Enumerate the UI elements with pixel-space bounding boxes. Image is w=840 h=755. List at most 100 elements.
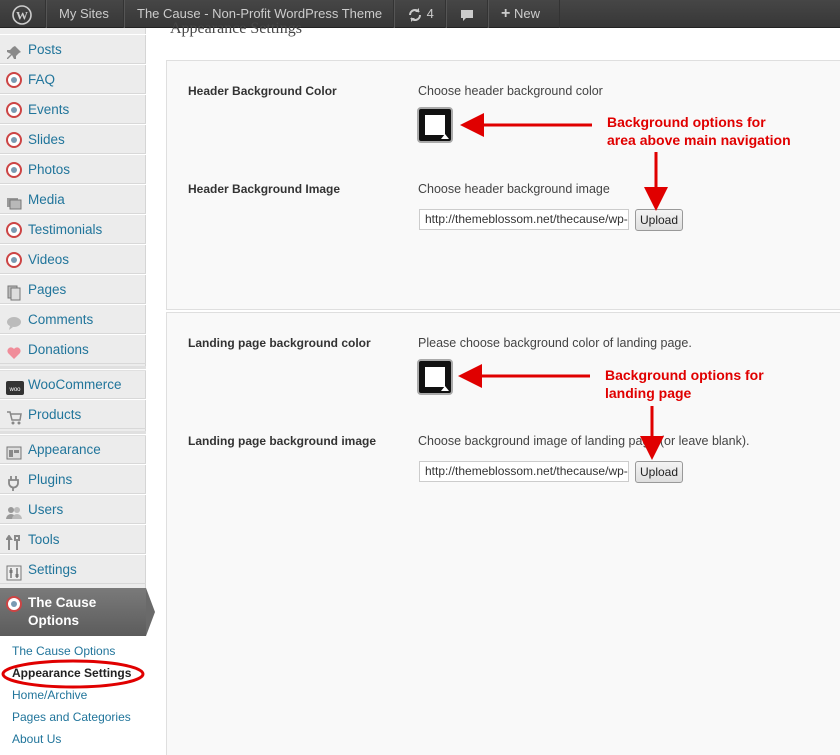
sidebar-item-events[interactable]: Events xyxy=(0,94,146,124)
sidebar-item-label: Donations xyxy=(28,342,89,357)
comment-icon xyxy=(6,312,22,330)
sidebar-item-label: Plugins xyxy=(28,472,73,487)
sidebar-item-videos[interactable]: Videos xyxy=(0,244,146,274)
sidebar-item-donations[interactable]: Donations xyxy=(0,334,146,364)
header-bg-color-picker[interactable] xyxy=(417,107,453,143)
header-annotation-line2: area above main navigation xyxy=(607,132,791,148)
site-name-label: The Cause - Non-Profit WordPress Theme xyxy=(137,6,383,21)
active-menu-label-line2: Options xyxy=(28,613,79,628)
sidebar-item-faq[interactable]: FAQ xyxy=(0,64,146,94)
sidebar-item-label: Comments xyxy=(28,312,94,327)
header-upload-button[interactable]: Upload xyxy=(635,209,683,231)
cause-icon xyxy=(6,72,22,88)
landing-upload-button[interactable]: Upload xyxy=(635,461,683,483)
cart-icon xyxy=(6,407,22,425)
new-label: New xyxy=(513,6,540,21)
submenu-item-pages-and-categories[interactable]: Pages and Categories xyxy=(12,710,131,724)
admin-sidebar: Posts FAQ Events Slides Photos Media Testimoni… xyxy=(0,28,155,755)
cause-icon xyxy=(6,162,22,178)
color-swatch-inner xyxy=(425,115,445,135)
sidebar-item-label: Users xyxy=(28,502,64,517)
sidebar-item-photos[interactable]: Photos xyxy=(0,154,146,184)
sidebar-item-slides[interactable]: Slides xyxy=(0,124,146,154)
header-annotation-line1: Background options for xyxy=(607,114,766,130)
sidebar-item-testimonials[interactable]: Testimonials xyxy=(0,214,146,244)
header-bg-image-desc: Choose header background image xyxy=(418,182,610,196)
sidebar-item-the-cause-options[interactable]: The Cause Options xyxy=(0,588,155,636)
sidebar-item-plugins[interactable]: Plugins xyxy=(0,464,146,494)
sidebar-item-label: Slides xyxy=(28,132,65,147)
my-sites-label: My Sites xyxy=(59,6,109,21)
sidebar-item-posts[interactable]: Posts xyxy=(0,34,146,64)
sidebar-item-media[interactable]: Media xyxy=(0,184,146,214)
sidebar-item-appearance[interactable]: Appearance xyxy=(0,434,146,464)
cause-icon xyxy=(6,252,22,268)
svg-text:woo: woo xyxy=(8,387,21,393)
updates-icon xyxy=(409,7,421,22)
pages-icon xyxy=(6,282,22,301)
landing-annotation-line2: landing page xyxy=(605,385,692,401)
sidebar-item-label: Photos xyxy=(28,162,71,177)
tools-icon xyxy=(5,532,22,550)
header-settings-panel: Header Background Color Choose header ba… xyxy=(166,60,840,310)
active-menu-label-line1: The Cause xyxy=(28,595,97,610)
cause-icon xyxy=(6,222,22,238)
landing-bg-image-label: Landing page background image xyxy=(188,434,377,448)
new-content-link[interactable]: + New xyxy=(488,0,560,28)
sidebar-item-comments[interactable]: Comments xyxy=(0,304,146,334)
appearance-icon xyxy=(6,442,22,460)
picker-caret-icon xyxy=(441,134,449,139)
sidebar-item-label: Testimonials xyxy=(28,222,103,237)
header-bg-image-input[interactable]: http://themeblossom.net/thecause/wp-cont… xyxy=(419,209,629,230)
landing-bg-color-picker[interactable] xyxy=(417,359,453,395)
sidebar-item-users[interactable]: Users xyxy=(0,494,146,524)
sidebar-item-settings[interactable]: Settings xyxy=(0,554,146,584)
active-arrow-icon xyxy=(146,588,155,636)
sidebar-item-products[interactable]: Products xyxy=(0,399,146,429)
pushpin-icon xyxy=(6,42,22,59)
page-title: Appearance Settings xyxy=(170,20,302,37)
sidebar-item-label: Media xyxy=(28,192,65,207)
woo-icon: woo xyxy=(6,377,24,395)
settings-icon xyxy=(6,562,22,581)
heart-icon xyxy=(6,342,22,359)
landing-bg-image-input[interactable]: http://themeblossom.net/thecause/wp-cont… xyxy=(419,461,629,482)
landing-bg-color-label: Landing page background color xyxy=(188,336,371,350)
admin-bar: W My Sites The Cause - Non-Profit WordPr… xyxy=(0,0,840,28)
sidebar-item-label: Products xyxy=(28,407,82,422)
header-bg-image-label: Header Background Image xyxy=(188,182,341,196)
sidebar-item-label: Events xyxy=(28,102,70,117)
sidebar-item-label: Videos xyxy=(28,252,70,267)
comments-link[interactable] xyxy=(446,0,488,28)
submenu-item-home-archive[interactable]: Home/Archive xyxy=(12,688,87,702)
sidebar-item-tools[interactable]: Tools xyxy=(0,524,146,554)
sidebar-item-woocommerce[interactable]: woo WooCommerce xyxy=(0,369,146,399)
header-bg-color-label: Header Background Color xyxy=(188,84,337,98)
sidebar-item-label: FAQ xyxy=(28,72,56,87)
submenu-item-the-cause-options[interactable]: The Cause Options xyxy=(12,644,115,658)
sidebar-item-pages[interactable]: Pages xyxy=(0,274,146,304)
sidebar-item-label: Tools xyxy=(28,532,60,547)
submenu-item-about-us[interactable]: About Us xyxy=(12,732,61,746)
sidebar-item-label: Pages xyxy=(28,282,67,297)
cause-options-submenu: The Cause Options Appearance Settings Home… xyxy=(0,636,146,755)
wordpress-logo-icon[interactable]: W xyxy=(0,0,46,28)
picker-caret-icon xyxy=(441,386,449,391)
cause-icon xyxy=(6,102,22,118)
users-icon xyxy=(6,502,22,519)
updates-count: 4 xyxy=(426,6,434,21)
cause-icon xyxy=(6,596,22,612)
sidebar-item-label: Appearance xyxy=(28,442,101,457)
submenu-item-appearance-settings[interactable]: Appearance Settings xyxy=(12,666,131,680)
plus-icon: + xyxy=(501,5,511,22)
sidebar-item-label: Posts xyxy=(28,42,62,57)
updates-link[interactable]: 4 xyxy=(394,0,446,28)
landing-annotation-line1: Background options for xyxy=(605,367,764,383)
landing-bg-color-desc: Please choose background color of landin… xyxy=(418,336,692,350)
media-icon xyxy=(6,192,22,210)
sidebar-item-label: WooCommerce xyxy=(28,377,122,392)
svg-text:W: W xyxy=(16,8,28,22)
header-bg-color-desc: Choose header background color xyxy=(418,84,603,98)
my-sites-link[interactable]: My Sites xyxy=(46,0,124,28)
sidebar-item-label: Settings xyxy=(28,562,77,577)
